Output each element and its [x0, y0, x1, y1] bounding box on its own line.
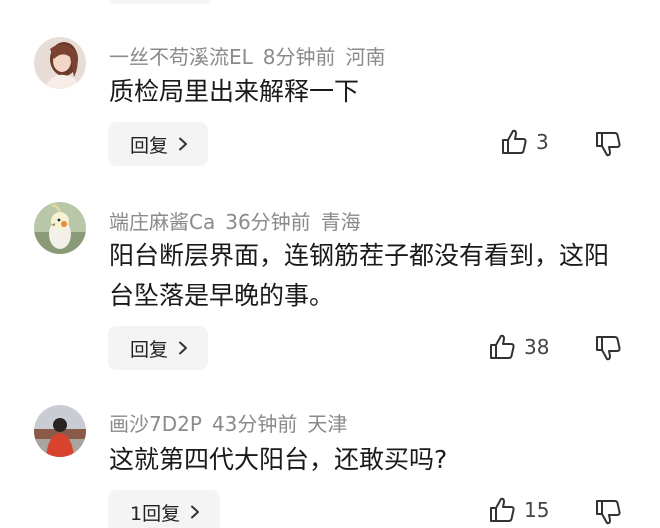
comment-meta: 画沙7D2P 43分钟前 天津 [109, 408, 357, 437]
reply-button[interactable]: 1回复 [108, 490, 221, 528]
user-avatar[interactable] [34, 202, 86, 254]
comment-meta: 一丝不苟溪流EL 8分钟前 河南 [109, 41, 396, 70]
like-button[interactable]: 15 [488, 496, 549, 524]
like-button[interactable]: 3 [500, 128, 549, 156]
thumbs-up-icon [502, 129, 527, 154]
timestamp: 36分钟前 [225, 210, 311, 234]
chevron-right-icon [179, 137, 188, 151]
reply-label: 回复 [130, 134, 169, 157]
previous-reply-button-edge[interactable] [108, 0, 212, 4]
comment-meta: 端庄麻酱Ca 36分钟前 青海 [109, 206, 371, 235]
like-button[interactable]: 38 [488, 333, 549, 361]
like-count: 3 [536, 130, 549, 154]
timestamp: 8分钟前 [262, 45, 336, 69]
user-avatar[interactable] [34, 37, 86, 89]
comment-text: 质检局里出来解释一下 [109, 77, 360, 106]
reply-label: 回复 [130, 338, 169, 361]
thumbs-down-icon[interactable] [594, 334, 622, 362]
username[interactable]: 画沙7D2P [109, 412, 202, 436]
chevron-right-icon [179, 341, 188, 355]
location: 青海 [320, 210, 361, 234]
reply-button[interactable]: 回复 [108, 122, 209, 166]
timestamp: 43分钟前 [211, 412, 298, 436]
username[interactable]: 一丝不苟溪流EL [109, 45, 253, 69]
user-avatar[interactable] [34, 405, 86, 457]
avatar-cockatiel-bird-icon [34, 202, 86, 254]
comment-text: 阳台断层界面，连钢筋茬子都没有看到，这阳台坠落是早晚的事。 [109, 241, 610, 310]
reply-label: 1回复 [130, 502, 181, 525]
like-count: 38 [524, 335, 550, 359]
comment-text: 这就第四代大阳台，还敢买吗? [109, 445, 448, 474]
comment-list: 一丝不苟溪流EL 8分钟前 河南 质检局里出来解释一下 回复 3 端庄麻酱Ca … [0, 0, 660, 528]
thumbs-down-icon[interactable] [594, 498, 622, 526]
avatar-person-red-jacket-icon [34, 405, 86, 457]
thumbs-up-icon [490, 497, 515, 522]
chevron-right-icon [191, 505, 200, 519]
like-count: 15 [524, 498, 550, 522]
avatar-woman-photo-icon [34, 37, 86, 89]
location: 天津 [307, 412, 348, 436]
location: 河南 [345, 45, 386, 69]
reply-button[interactable]: 回复 [108, 326, 209, 370]
thumbs-up-icon [490, 334, 515, 359]
username[interactable]: 端庄麻酱Ca [109, 210, 215, 234]
thumbs-down-icon[interactable] [594, 130, 622, 158]
